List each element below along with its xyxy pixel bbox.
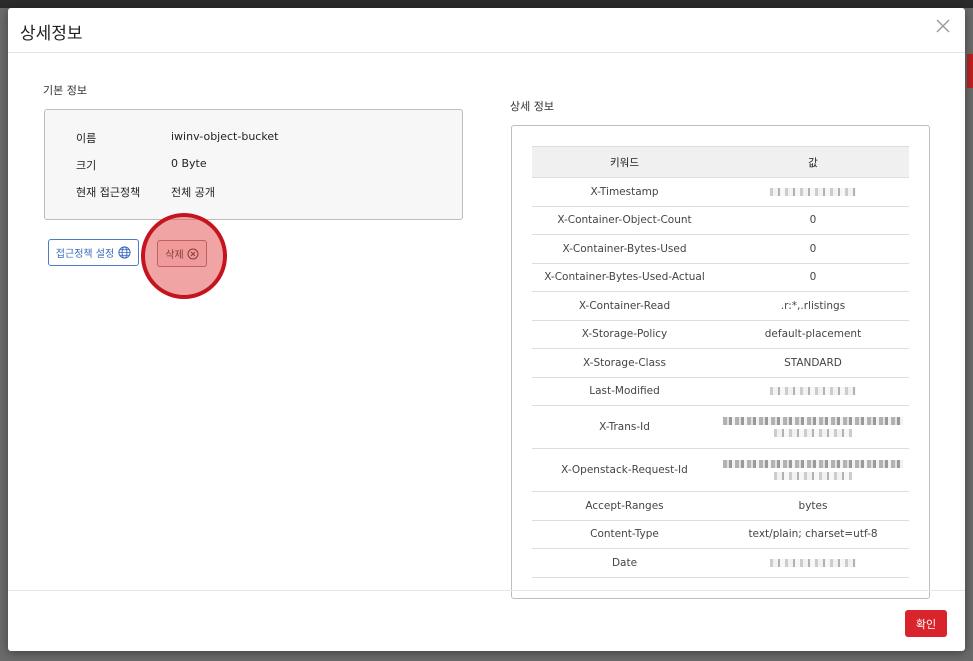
row-key: Date	[532, 548, 717, 578]
row-value	[717, 177, 909, 207]
header-keyword: 키워드	[532, 146, 717, 178]
table-row: X-Container-Read .r:*,.rlistings	[532, 291, 909, 321]
row-key: X-Openstack-Request-Id	[532, 448, 717, 492]
info-row-name: 이름 iwinv-object-bucket	[45, 130, 462, 150]
detail-modal: 상세정보 기본 정보 이름 iwinv-object-bucket 크기 0 B…	[8, 8, 965, 651]
row-key: X-Container-Bytes-Used	[532, 234, 717, 264]
table-row: X-Trans-Id	[532, 405, 909, 449]
access-policy-button[interactable]: 접근정책 설정	[48, 239, 139, 266]
header-value: 값	[717, 146, 909, 178]
info-value: iwinv-object-bucket	[171, 130, 279, 143]
redacted-value	[723, 460, 903, 468]
table-header-row: 키워드 값	[532, 146, 909, 178]
row-key: X-Storage-Policy	[532, 320, 717, 349]
info-key: 이름	[76, 132, 97, 145]
row-value	[717, 405, 909, 449]
access-policy-label: 접근정책 설정	[55, 249, 115, 260]
close-icon[interactable]	[935, 18, 951, 34]
basic-info-box: 이름 iwinv-object-bucket 크기 0 Byte 현재 접근정책…	[44, 109, 463, 220]
table-row: X-Container-Bytes-Used-Actual 0	[532, 263, 909, 292]
row-value	[717, 548, 909, 578]
table-row: X-Storage-Class STANDARD	[532, 348, 909, 378]
modal-title: 상세정보	[20, 24, 83, 44]
table-row: Content-Type text/plain; charset=utf-8	[532, 520, 909, 549]
redacted-value	[770, 187, 856, 196]
row-key: X-Container-Read	[532, 291, 717, 321]
delete-label: 삭제	[165, 250, 184, 261]
row-value: .r:*,.rlistings	[717, 291, 909, 321]
row-key: X-Trans-Id	[532, 405, 717, 449]
delete-button[interactable]: 삭제	[157, 240, 207, 267]
row-value: 0	[717, 206, 909, 235]
detail-info-box: 키워드 값 X-Timestamp X-Container-Object-Coun…	[511, 125, 930, 599]
modal-footer: 확인	[8, 590, 965, 651]
row-value	[717, 448, 909, 492]
row-value: bytes	[717, 491, 909, 521]
info-row-policy: 현재 접근정책 전체 공개	[45, 184, 462, 204]
table-row: Last-Modified	[532, 377, 909, 406]
row-key: Last-Modified	[532, 377, 717, 406]
redacted-value	[774, 472, 852, 480]
detail-info-label: 상세 정보	[510, 100, 554, 113]
redacted-value	[770, 558, 856, 567]
background-nav	[0, 0, 973, 8]
redacted-value	[774, 429, 852, 437]
table-row: X-Openstack-Request-Id	[532, 448, 909, 492]
row-key: X-Storage-Class	[532, 348, 717, 378]
row-value: 0	[717, 234, 909, 264]
row-key: Content-Type	[532, 520, 717, 549]
info-key: 현재 접근정책	[76, 186, 141, 199]
background-red-tab	[967, 54, 973, 88]
metadata-table: 키워드 값 X-Timestamp X-Container-Object-Coun…	[532, 146, 909, 578]
row-key: X-Container-Bytes-Used-Actual	[532, 263, 717, 292]
modal-header: 상세정보	[8, 8, 965, 53]
info-value: 0 Byte	[171, 157, 207, 170]
row-value	[717, 377, 909, 406]
globe-icon	[118, 246, 131, 259]
basic-info-label: 기본 정보	[43, 84, 87, 97]
info-row-size: 크기 0 Byte	[45, 157, 462, 177]
table-row: Date	[532, 548, 909, 578]
confirm-button[interactable]: 확인	[905, 610, 947, 637]
row-key: X-Timestamp	[532, 177, 717, 207]
row-key: Accept-Ranges	[532, 491, 717, 521]
x-circle-icon	[187, 248, 199, 260]
row-key: X-Container-Object-Count	[532, 206, 717, 235]
table-row: X-Storage-Policy default-placement	[532, 320, 909, 349]
row-value: 0	[717, 263, 909, 292]
row-value: STANDARD	[717, 348, 909, 378]
table-row: Accept-Ranges bytes	[532, 491, 909, 521]
table-row: X-Container-Object-Count 0	[532, 206, 909, 235]
redacted-value	[723, 417, 903, 425]
row-value: text/plain; charset=utf-8	[717, 520, 909, 549]
table-row: X-Timestamp	[532, 177, 909, 207]
row-value: default-placement	[717, 320, 909, 349]
redacted-value	[770, 387, 856, 396]
table-row: X-Container-Bytes-Used 0	[532, 234, 909, 264]
info-value: 전체 공개	[171, 186, 215, 199]
info-key: 크기	[76, 159, 97, 172]
